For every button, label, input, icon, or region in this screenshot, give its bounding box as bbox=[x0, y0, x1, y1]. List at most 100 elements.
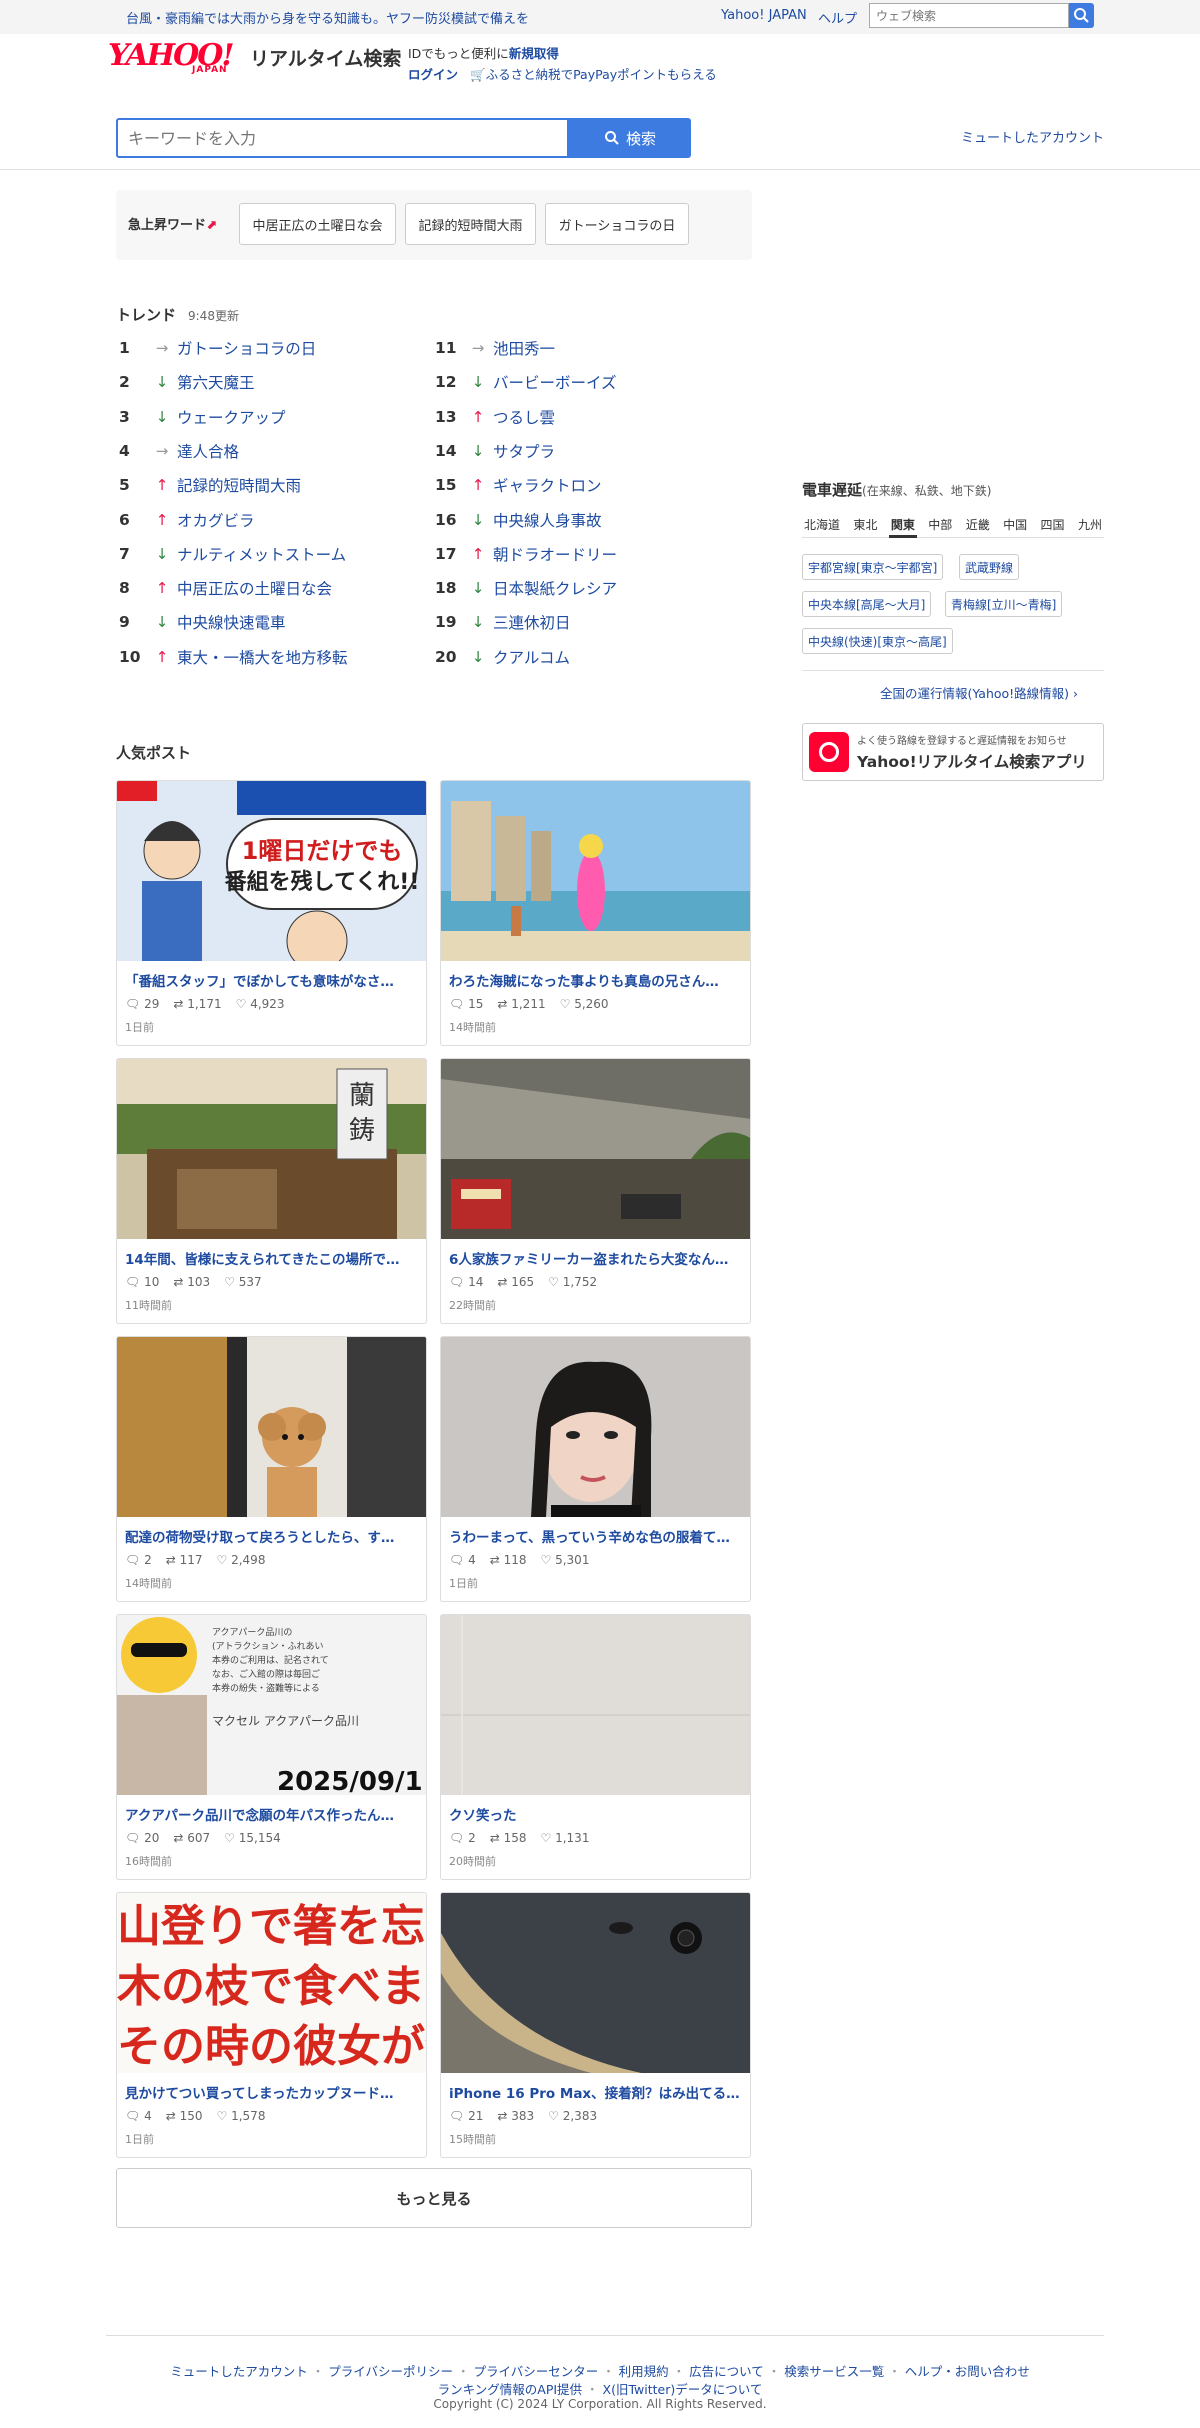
trend-item[interactable]: 5 ↑ 記録的短時間大雨 bbox=[119, 473, 301, 497]
post-image[interactable] bbox=[441, 1893, 751, 2073]
trend-link[interactable]: 中央線快速電車 bbox=[177, 611, 286, 633]
footer-link[interactable]: 利用規約 bbox=[619, 2364, 669, 2379]
disaster-notice-link[interactable]: 台風・豪雨編では大雨から身を守る知識も。ヤフー防災模試で備えを bbox=[126, 8, 529, 27]
like-stat[interactable]: ♡ 1,752 bbox=[548, 1275, 597, 1289]
post-title[interactable]: 配達の荷物受け取って戻ろうとしたら、す… bbox=[125, 1526, 419, 1546]
footer-link[interactable]: ミュートしたアカウント bbox=[170, 2364, 308, 2379]
like-stat[interactable]: ♡ 4,923 bbox=[236, 997, 285, 1011]
post-card[interactable]: 配達の荷物受け取って戻ろうとしたら、す… 🗨 2 ⇄ 117 ♡ 2,498 14時間前 bbox=[116, 1336, 427, 1602]
delayed-line[interactable]: 中央線(快速)[東京〜高尾] bbox=[802, 628, 953, 654]
delayed-line[interactable]: 中央本線[高尾〜大月] bbox=[802, 591, 932, 617]
trend-link[interactable]: つるし雲 bbox=[493, 406, 555, 428]
trend-item[interactable]: 20 ↓ クアルコム bbox=[435, 645, 570, 669]
trend-item[interactable]: 11 → 池田秀一 bbox=[435, 336, 555, 360]
tab-region[interactable]: 中部 bbox=[926, 512, 954, 538]
app-banner[interactable]: よく使う路線を登録すると遅延情報をお知らせ Yahoo!リアルタイム検索アプリ bbox=[802, 723, 1104, 781]
reply-stat[interactable]: 🗨 21 bbox=[449, 2109, 483, 2123]
footer-link[interactable]: X(旧Twitter)データについて bbox=[603, 2382, 763, 2397]
reply-stat[interactable]: 🗨 20 bbox=[125, 1831, 159, 1845]
delayed-line[interactable]: 宇都宮線[東京〜宇都宮] bbox=[802, 554, 944, 580]
trend-link[interactable]: ウェークアップ bbox=[177, 406, 286, 428]
repost-stat[interactable]: ⇄ 165 bbox=[497, 1275, 534, 1289]
post-card[interactable]: アクアパーク品川の (アトラクション・ふれあい 本券のご利用は、記名されて なお、ご入… bbox=[116, 1614, 427, 1880]
post-image[interactable]: 蘭鋳 bbox=[117, 1059, 427, 1239]
post-title[interactable]: うわーまって、黒っていう辛めな色の服着て… bbox=[449, 1526, 743, 1546]
trend-item[interactable]: 1 → ガトーショコラの日 bbox=[119, 336, 316, 360]
trend-link[interactable]: オカグビラ bbox=[177, 509, 255, 531]
trend-link[interactable]: 朝ドラオードリー bbox=[493, 543, 617, 565]
tab-region[interactable]: 近畿 bbox=[964, 512, 992, 538]
post-title[interactable]: わろた海賊になった事よりも真島の兄さん… bbox=[449, 970, 743, 990]
web-search-input[interactable] bbox=[869, 3, 1069, 28]
trend-link[interactable]: 池田秀一 bbox=[493, 337, 555, 359]
tab-region[interactable]: 北海道 bbox=[802, 512, 842, 538]
post-card[interactable]: クソ笑った 🗨 2 ⇄ 158 ♡ 1,131 20時間前 bbox=[440, 1614, 751, 1880]
post-image[interactable] bbox=[117, 1337, 427, 1517]
trend-link[interactable]: 第六天魔王 bbox=[177, 371, 255, 393]
help-link[interactable]: ヘルプ bbox=[818, 8, 857, 27]
trend-item[interactable]: 18 ↓ 日本製紙クレシア bbox=[435, 576, 617, 600]
rising-chip[interactable]: ガトーショコラの日 bbox=[545, 203, 689, 245]
repost-stat[interactable]: ⇄ 150 bbox=[166, 2109, 203, 2123]
login-link[interactable]: ログイン bbox=[408, 64, 458, 83]
trend-item[interactable]: 4 → 達人合格 bbox=[119, 439, 239, 463]
repost-stat[interactable]: ⇄ 607 bbox=[173, 1831, 210, 1845]
footer-link[interactable]: ヘルプ・お問い合わせ bbox=[905, 2364, 1030, 2379]
like-stat[interactable]: ♡ 2,498 bbox=[217, 1553, 266, 1567]
post-title[interactable]: 「番組スタッフ」でぼかしても意味がなさ… bbox=[125, 970, 419, 990]
post-title[interactable]: アクアパーク品川で念願の年パス作ったん… bbox=[125, 1804, 419, 1824]
tab-region[interactable]: 九州 bbox=[1076, 512, 1104, 538]
reply-stat[interactable]: 🗨 4 bbox=[125, 2109, 152, 2123]
trend-item[interactable]: 10 ↑ 東大・一橋大を地方移転 bbox=[119, 645, 348, 669]
trend-item[interactable]: 16 ↓ 中央線人身事故 bbox=[435, 508, 602, 532]
trend-link[interactable]: ナルティメットストーム bbox=[177, 543, 346, 565]
reply-stat[interactable]: 🗨 2 bbox=[449, 1831, 476, 1845]
trend-link[interactable]: 達人合格 bbox=[177, 440, 239, 462]
post-image[interactable] bbox=[441, 1337, 751, 1517]
tab-region[interactable]: 四国 bbox=[1039, 512, 1067, 538]
reply-stat[interactable]: 🗨 15 bbox=[449, 997, 483, 1011]
yahoo-logo[interactable]: YAHOO! JAPAN bbox=[108, 41, 253, 79]
post-card[interactable]: わろた海賊になった事よりも真島の兄さん… 🗨 15 ⇄ 1,211 ♡ 5,260 14… bbox=[440, 780, 751, 1046]
footer-link[interactable]: 検索サービス一覧 bbox=[784, 2364, 884, 2379]
muted-accounts-link[interactable]: ミュートしたアカウント bbox=[961, 127, 1104, 146]
repost-stat[interactable]: ⇄ 1,171 bbox=[173, 997, 221, 1011]
like-stat[interactable]: ♡ 5,260 bbox=[560, 997, 609, 1011]
post-card[interactable]: 6人家族ファミリーカー盗まれたら大変なん… 🗨 14 ⇄ 165 ♡ 1,752 22時… bbox=[440, 1058, 751, 1324]
trend-link[interactable]: 日本製紙クレシア bbox=[493, 577, 617, 599]
post-image[interactable]: 1曜日だけでも番組を残してくれ!! bbox=[117, 781, 427, 961]
yahoo-japan-link[interactable]: Yahoo! JAPAN bbox=[721, 8, 807, 23]
search-button[interactable]: 検索 bbox=[569, 118, 691, 158]
repost-stat[interactable]: ⇄ 383 bbox=[497, 2109, 534, 2123]
load-more-button[interactable]: もっと見る bbox=[116, 2168, 752, 2228]
trend-item[interactable]: 7 ↓ ナルティメットストーム bbox=[119, 542, 346, 566]
like-stat[interactable]: ♡ 1,131 bbox=[541, 1831, 590, 1845]
rising-chip[interactable]: 記録的短時間大雨 bbox=[405, 203, 536, 245]
reply-stat[interactable]: 🗨 29 bbox=[125, 997, 159, 1011]
trend-link[interactable]: 中居正広の土曜日な会 bbox=[177, 577, 332, 599]
post-image[interactable] bbox=[441, 781, 751, 961]
like-stat[interactable]: ♡ 5,301 bbox=[541, 1553, 590, 1567]
footer-link[interactable]: プライバシーポリシー bbox=[328, 2364, 453, 2379]
post-title[interactable]: クソ笑った bbox=[449, 1804, 743, 1824]
like-stat[interactable]: ♡ 15,154 bbox=[224, 1831, 281, 1845]
post-title[interactable]: iPhone 16 Pro Max、接着剤？はみ出てる… bbox=[449, 2082, 743, 2102]
like-stat[interactable]: ♡ 537 bbox=[224, 1275, 262, 1289]
post-card[interactable]: iPhone 16 Pro Max、接着剤？はみ出てる… 🗨 21 ⇄ 383 ♡ 2… bbox=[440, 1892, 751, 2158]
delayed-line[interactable]: 青梅線[立川〜青梅] bbox=[945, 591, 1063, 617]
trend-link[interactable]: ガトーショコラの日 bbox=[177, 337, 316, 359]
trend-item[interactable]: 6 ↑ オカグビラ bbox=[119, 508, 255, 532]
post-card[interactable]: 1曜日だけでも 番組を残してくれ!! 「番組スタッフ」でぼかしても意味がなさ… 🗨 2… bbox=[116, 780, 427, 1046]
trend-link[interactable]: バービーボーイズ bbox=[493, 371, 617, 393]
trend-item[interactable]: 3 ↓ ウェークアップ bbox=[119, 405, 286, 429]
post-card[interactable]: 蘭鋳 14年間、皆様に支えられてきたこの場所で… 🗨 10 ⇄ 103 ♡ 537 11時… bbox=[116, 1058, 427, 1324]
tab-region-active[interactable]: 関東 bbox=[888, 512, 917, 538]
footer-link[interactable]: ランキング情報のAPI提供 bbox=[438, 2382, 582, 2397]
like-stat[interactable]: ♡ 2,383 bbox=[548, 2109, 597, 2123]
rising-chip[interactable]: 中居正広の土曜日な会 bbox=[239, 203, 396, 245]
trend-item[interactable]: 13 ↑ つるし雲 bbox=[435, 405, 555, 429]
all-train-info-link[interactable]: 全国の運行情報(Yahoo!路線情報) › bbox=[880, 683, 1078, 702]
trend-item[interactable]: 17 ↑ 朝ドラオードリー bbox=[435, 542, 617, 566]
keyword-search-input[interactable] bbox=[116, 118, 569, 158]
post-image[interactable]: 山登りで箸を忘れて木の枝で食べましたその時の彼女が今の妻です bbox=[117, 1893, 427, 2073]
